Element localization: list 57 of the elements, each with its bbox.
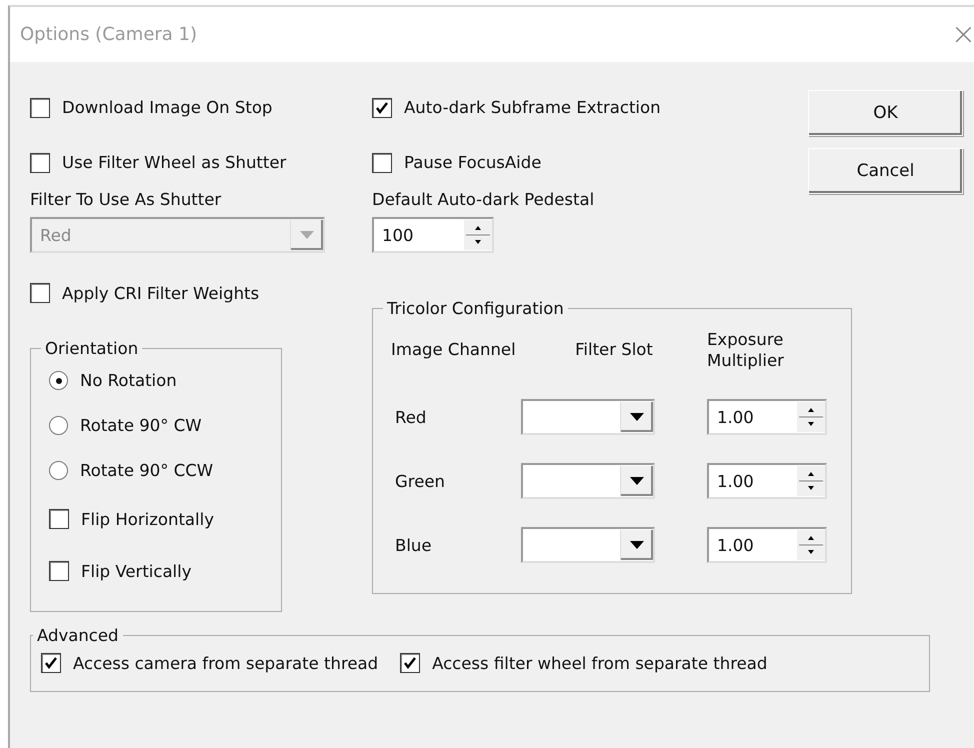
group-title: Advanced [36, 626, 120, 645]
checkbox[interactable] [400, 653, 420, 673]
check-icon [44, 656, 58, 670]
checkbox-label: Download Image On Stop [62, 98, 272, 117]
checkbox-label: Use Filter Wheel as Shutter [62, 153, 286, 172]
spinner-arrows-icon[interactable] [797, 402, 825, 432]
window-title: Options (Camera 1) [20, 24, 198, 45]
checkbox[interactable] [41, 653, 61, 673]
group-title: Tricolor Configuration [386, 299, 565, 318]
caret-icon [630, 477, 644, 486]
radio-button[interactable] [49, 371, 68, 390]
radio-button[interactable] [49, 416, 68, 435]
radio-label: Rotate 90° CW [80, 416, 202, 435]
checkbox-label: Flip Vertically [81, 562, 192, 580]
check-icon [403, 656, 418, 670]
radio-label: Rotate 90° CCW [80, 461, 214, 480]
filter-slot-dropdown[interactable] [521, 399, 655, 436]
checkbox-label: Apply CRI Filter Weights [62, 284, 260, 302]
caret-icon [300, 231, 314, 239]
close-button[interactable]: × [950, 20, 974, 50]
checkbox[interactable] [49, 509, 69, 529]
checkbox[interactable] [30, 283, 50, 303]
column-header: Filter Slot [574, 340, 654, 361]
checkbox[interactable] [30, 152, 50, 172]
column-header: Image Channel [391, 340, 517, 361]
checkbox-label: Pause FocusAide [404, 153, 542, 172]
caret-icon [630, 413, 644, 422]
radio-label: No Rotation [80, 371, 177, 390]
checkbox-label: Access camera from separate thread [73, 654, 378, 672]
check-icon [375, 100, 389, 114]
spinner-arrows-icon[interactable] [464, 220, 492, 250]
dialog-button[interactable]: Cancel [808, 148, 963, 194]
column-header: Exposure Multiplier [707, 330, 785, 372]
group-title: Orientation [44, 339, 140, 358]
field-label: Default Auto-dark Pedestal [372, 190, 596, 209]
checkbox-label: Access filter wheel from separate thread [432, 654, 768, 672]
checkbox-label: Flip Horizontally [81, 510, 214, 528]
multiplier-spinner[interactable]: 1.00 [707, 527, 827, 564]
channel-label: Green [394, 472, 446, 491]
checkbox-label: Auto-dark Subframe Extraction [404, 98, 661, 117]
multiplier-spinner[interactable]: 1.00 [707, 399, 827, 436]
channel-label: Red [394, 408, 428, 427]
channel-label: Blue [394, 536, 433, 555]
filter-slot-dropdown[interactable] [521, 463, 655, 500]
checkbox[interactable] [372, 98, 392, 118]
radio-button[interactable] [49, 461, 68, 480]
spinner-arrows-icon[interactable] [797, 466, 825, 496]
filter-slot-dropdown[interactable] [521, 527, 655, 564]
multiplier-spinner[interactable]: 1.00 [707, 463, 827, 500]
checkbox[interactable] [372, 152, 392, 172]
field-label: Filter To Use As Shutter [30, 190, 222, 209]
dialog-button[interactable]: OK [808, 90, 963, 136]
spinner-arrows-icon[interactable] [797, 530, 825, 560]
caret-icon [630, 541, 644, 550]
pedestal-spinner[interactable]: 100 [372, 217, 494, 253]
checkbox[interactable] [49, 561, 69, 581]
checkbox[interactable] [30, 98, 50, 118]
